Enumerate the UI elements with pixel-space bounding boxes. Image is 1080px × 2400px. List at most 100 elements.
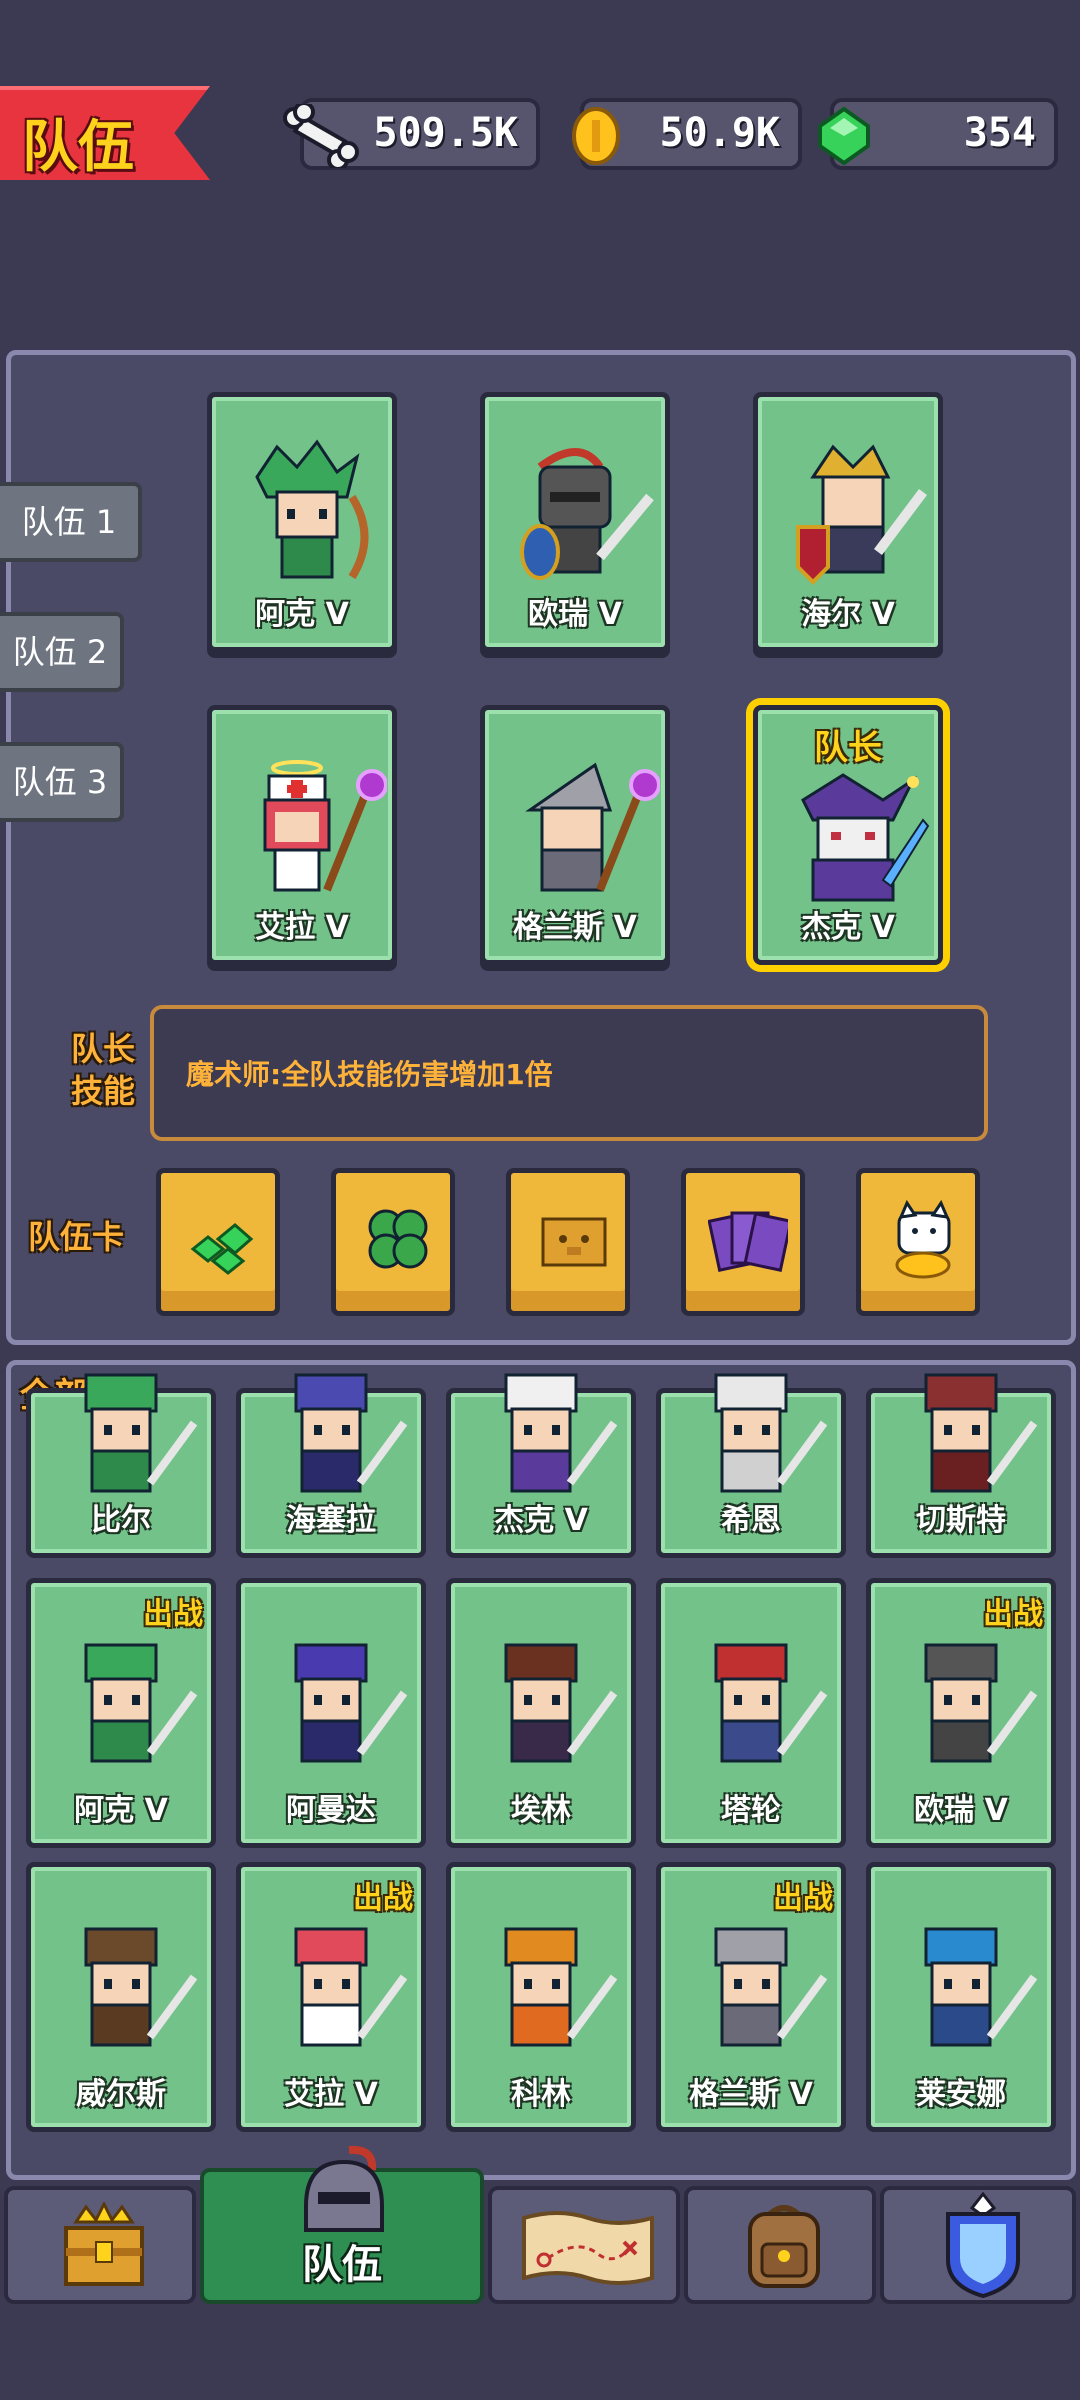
- hero-portrait-icon: [294, 1373, 408, 1493]
- hero-portrait-icon: [924, 1373, 1038, 1493]
- hero-name: 阿曼达: [286, 1793, 376, 1828]
- hero-name: 欧瑞 V: [528, 597, 622, 632]
- team-slot-3[interactable]: 海尔 V: [753, 392, 943, 652]
- wizard-hero-icon: [525, 762, 660, 892]
- hero-card[interactable]: 塔轮: [656, 1578, 846, 1848]
- archer-hero-icon: [255, 439, 369, 580]
- tab-label: 队伍 3: [12, 763, 108, 801]
- hero-portrait-icon: [84, 1927, 198, 2047]
- gems-counter[interactable]: 354: [818, 98, 1058, 170]
- captain-skill-label-line2: 技能: [70, 1072, 135, 1110]
- hero-name: 科林: [511, 2077, 571, 2112]
- team-card-3[interactable]: [506, 1168, 630, 1316]
- clover-icon: [368, 1209, 428, 1269]
- hero-portrait-icon: [714, 1373, 828, 1493]
- hero-portrait-icon: [504, 1373, 618, 1493]
- coin-icon: [572, 107, 620, 165]
- hero-portrait-icon: [714, 1643, 828, 1763]
- hero-card[interactable]: 比尔: [26, 1373, 216, 1558]
- captain-skill-box: 魔术师:全队技能伤害增加1倍: [150, 1005, 988, 1141]
- bones-value: 509.5K: [373, 110, 519, 156]
- backpack-icon: [748, 2205, 820, 2288]
- hero-card[interactable]: 希恩: [656, 1373, 846, 1558]
- hero-name: 比尔: [91, 1503, 151, 1538]
- hero-card[interactable]: 出战 格兰斯 V: [656, 1862, 846, 2132]
- hero-card[interactable]: 出战阿克 V: [26, 1578, 216, 1848]
- team-card-2[interactable]: [331, 1168, 455, 1316]
- hero-name: 海塞拉: [286, 1503, 376, 1538]
- hero-name: 艾拉 V: [284, 2077, 378, 2112]
- gem-icon: [818, 106, 870, 166]
- tab-label: 队伍 1: [21, 503, 117, 541]
- hero-portrait-icon: [714, 1927, 828, 2047]
- hero-card[interactable]: 莱安娜: [866, 1862, 1056, 2132]
- treasure-chest-icon: [64, 2202, 144, 2286]
- green-gems-icon: [190, 1223, 254, 1275]
- page-title-banner: 队伍: [0, 86, 210, 180]
- hero-name: 埃林: [511, 1793, 571, 1828]
- nav-map[interactable]: [488, 2186, 680, 2304]
- bones-counter[interactable]: 509.5K: [283, 98, 540, 170]
- hero-card[interactable]: 科林: [446, 1862, 636, 2132]
- paladin-hero-icon: [796, 444, 927, 585]
- tab-team-1[interactable]: 队伍 1: [0, 482, 142, 562]
- team-slot-2[interactable]: 欧瑞 V: [480, 392, 670, 652]
- team-slot-1[interactable]: 阿克 V: [207, 392, 397, 652]
- hero-name: 艾拉 V: [255, 910, 349, 945]
- hero-card[interactable]: 埃林: [446, 1578, 636, 1848]
- gems-value: 354: [963, 110, 1036, 156]
- hero-card[interactable]: 杰克 V: [446, 1373, 636, 1558]
- pig-box-icon: [541, 1217, 607, 1267]
- hero-card[interactable]: 阿曼达: [236, 1578, 426, 1848]
- hero-card[interactable]: 海塞拉: [236, 1373, 426, 1558]
- deployed-badge: 出战: [143, 1597, 203, 1632]
- tab-team-2[interactable]: 队伍 2: [0, 612, 124, 692]
- hero-name: 阿克 V: [74, 1793, 168, 1828]
- team-cards-label: 队伍卡: [28, 1218, 125, 1256]
- hero-portrait-icon: [294, 1643, 408, 1763]
- deployed-badge: 出战: [773, 1881, 833, 1916]
- coins-value: 50.9K: [659, 110, 780, 156]
- captain-badge: 队长: [814, 728, 882, 768]
- nav-team-label: 队伍: [302, 2242, 382, 2288]
- team-slot-4[interactable]: 艾拉 V: [207, 705, 397, 965]
- team-card-4[interactable]: [681, 1168, 805, 1316]
- nav-team[interactable]: 队伍: [200, 2146, 484, 2304]
- hero-name: 切斯特: [916, 1503, 1006, 1538]
- hero-name: 塔轮: [721, 1793, 781, 1828]
- hero-card[interactable]: 出战欧瑞 V: [866, 1578, 1056, 1848]
- hero-name: 莱安娜: [916, 2077, 1006, 2112]
- hero-name: 欧瑞 V: [914, 1793, 1008, 1828]
- team-card-5[interactable]: [856, 1168, 980, 1316]
- helmet-icon: [304, 2146, 384, 2232]
- captain-skill-text: 魔术师:全队技能伤害增加1倍: [186, 1058, 553, 1091]
- nav-backpack[interactable]: [684, 2186, 876, 2304]
- hero-portrait-icon: [924, 1927, 1038, 2047]
- hero-name: 海尔 V: [801, 597, 895, 632]
- shield-crystal-icon: [946, 2191, 1020, 2299]
- hero-card[interactable]: 出战 艾拉 V: [236, 1862, 426, 2132]
- hero-portrait-icon: [504, 1927, 618, 2047]
- hero-portrait-icon: [294, 1927, 408, 2047]
- coins-counter[interactable]: 50.9K: [572, 98, 802, 170]
- captain-skill-label: 队长 技能: [66, 1028, 140, 1112]
- knight-hero-icon: [520, 448, 654, 580]
- team-card-1[interactable]: [156, 1168, 280, 1316]
- nav-treasure[interactable]: [4, 2186, 196, 2304]
- map-scroll-icon: [522, 2211, 654, 2285]
- hero-card[interactable]: 威尔斯: [26, 1862, 216, 2132]
- hero-portrait-icon: [504, 1643, 618, 1763]
- purple-cards-icon: [708, 1211, 788, 1272]
- hero-name: 威尔斯: [76, 2077, 166, 2112]
- nav-shield[interactable]: [880, 2186, 1076, 2304]
- hero-portrait-icon: [84, 1643, 198, 1763]
- hero-name: 格兰斯 V: [513, 910, 637, 945]
- tab-team-3[interactable]: 队伍 3: [0, 742, 124, 822]
- team-slot-6-captain[interactable]: 队长 杰克 V: [753, 705, 943, 965]
- deployed-badge: 出战: [983, 1597, 1043, 1632]
- page-title: 队伍: [22, 115, 134, 180]
- team-slot-5[interactable]: 格兰斯 V: [480, 705, 670, 965]
- tab-label: 队伍 2: [12, 633, 108, 671]
- hero-name: 杰克 V: [801, 910, 895, 945]
- hero-card[interactable]: 切斯特: [866, 1373, 1056, 1558]
